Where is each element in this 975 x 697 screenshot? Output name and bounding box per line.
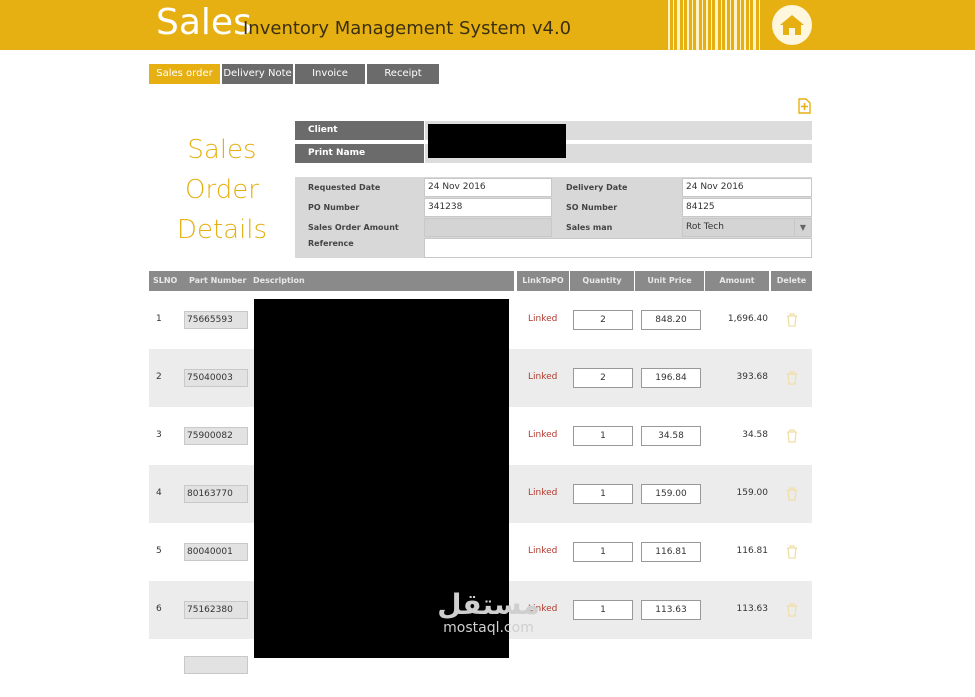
th-quantity: Quantity [570, 271, 634, 291]
linked-link[interactable]: Linked [528, 546, 557, 556]
quantity-input[interactable]: 1 [573, 426, 633, 446]
unit-price-input[interactable]: 34.58 [641, 426, 701, 446]
part-number-field[interactable]: 75162380 [184, 601, 248, 619]
reference-field[interactable] [424, 238, 812, 258]
po-number-label: PO Number [308, 203, 360, 212]
th-amount: Amount [705, 271, 769, 291]
trash-icon[interactable] [786, 429, 798, 443]
th-description: Description [252, 271, 514, 291]
watermark-arabic: مستقل [437, 588, 540, 621]
trash-icon[interactable] [786, 545, 798, 559]
row-slno: 5 [156, 546, 162, 556]
part-number-field[interactable]: 75900082 [184, 427, 248, 445]
row-slno: 1 [156, 314, 162, 324]
app-title: Inventory Management System v4.0 [243, 18, 572, 39]
home-button[interactable] [772, 5, 812, 45]
trash-icon[interactable] [786, 313, 798, 327]
sales-order-amount-field [424, 218, 552, 237]
app-header: Sales Inventory Management System v4.0 [0, 0, 975, 50]
linked-link[interactable]: Linked [528, 488, 557, 498]
sales-man-value: Rot Tech [686, 222, 724, 232]
th-unit-price: Unit Price [635, 271, 704, 291]
linked-link[interactable]: Linked [528, 372, 557, 382]
sales-man-label: Sales man [566, 223, 613, 232]
th-part-number: Part Number [185, 271, 255, 291]
client-label: Client [295, 121, 424, 140]
part-number-field[interactable]: 75040003 [184, 369, 248, 387]
row-slno: 3 [156, 430, 162, 440]
unit-price-input[interactable]: 159.00 [641, 484, 701, 504]
delivery-date-field[interactable]: 24 Nov 2016 [682, 178, 812, 197]
print-name-label: Print Name [295, 144, 424, 163]
amount-value: 113.63 [736, 604, 769, 614]
quantity-input[interactable]: 1 [573, 484, 633, 504]
trash-icon[interactable] [786, 371, 798, 385]
part-number-field[interactable] [184, 656, 248, 674]
unit-price-input[interactable]: 116.81 [641, 542, 701, 562]
title-line-3: Details [176, 215, 268, 245]
quantity-input[interactable]: 1 [573, 542, 633, 562]
trash-icon[interactable] [786, 603, 798, 617]
chevron-down-icon[interactable]: ▼ [794, 219, 811, 236]
watermark: مستقل mostaql.com [426, 590, 551, 642]
add-document-icon[interactable] [796, 98, 812, 114]
amount-value: 34.58 [742, 430, 768, 440]
title-line-2: Order [185, 175, 259, 205]
delivery-date-label: Delivery Date [566, 183, 628, 192]
quantity-input[interactable]: 2 [573, 368, 633, 388]
row-slno: 6 [156, 604, 162, 614]
part-number-field[interactable]: 80163770 [184, 485, 248, 503]
sales-man-select[interactable]: Rot Tech ▼ [682, 218, 812, 237]
redacted-client [428, 124, 566, 158]
so-number-field[interactable]: 84125 [682, 198, 812, 217]
amount-value: 116.81 [736, 546, 769, 556]
unit-price-input[interactable]: 848.20 [641, 310, 701, 330]
unit-price-input[interactable]: 113.63 [641, 600, 701, 620]
order-details-panel: Requested Date 24 Nov 2016 Delivery Date… [295, 177, 812, 258]
requested-date-label: Requested Date [308, 183, 381, 192]
so-number-label: SO Number [566, 203, 618, 212]
tab-bar: Sales order Delivery Note Invoice Receip… [149, 64, 439, 84]
reference-label: Reference [308, 239, 354, 248]
title-line-1: Sales [187, 135, 257, 165]
row-slno: 4 [156, 488, 162, 498]
trash-icon[interactable] [786, 487, 798, 501]
tab-invoice[interactable]: Invoice [295, 64, 365, 84]
section-title: Sales Order Details [150, 130, 294, 250]
row-slno: 2 [156, 372, 162, 382]
th-slno: SLNO [149, 271, 185, 291]
th-delete: Delete [771, 271, 812, 291]
brand-sales: Sales [156, 2, 252, 43]
tab-delivery-note[interactable]: Delivery Note [222, 64, 293, 84]
unit-price-input[interactable]: 196.84 [641, 368, 701, 388]
quantity-input[interactable]: 2 [573, 310, 633, 330]
linked-link[interactable]: Linked [528, 314, 557, 324]
barcode-decoration [668, 0, 760, 50]
watermark-latin: mostaql.com [443, 620, 534, 636]
requested-date-field[interactable]: 24 Nov 2016 [424, 178, 552, 197]
linked-link[interactable]: Linked [528, 430, 557, 440]
amount-value: 393.68 [736, 372, 769, 382]
home-icon [780, 15, 804, 35]
amount-value: 159.00 [736, 488, 769, 498]
quantity-input[interactable]: 1 [573, 600, 633, 620]
po-number-field[interactable]: 341238 [424, 198, 552, 217]
part-number-field[interactable]: 75665593 [184, 311, 248, 329]
th-link-to-po: LinkToPO [517, 271, 569, 291]
sales-order-amount-label: Sales Order Amount [308, 223, 399, 232]
amount-value: 1,696.40 [727, 314, 768, 324]
tab-sales-order[interactable]: Sales order [149, 64, 220, 84]
part-number-field[interactable]: 80040001 [184, 543, 248, 561]
tab-receipt[interactable]: Receipt [367, 64, 439, 84]
